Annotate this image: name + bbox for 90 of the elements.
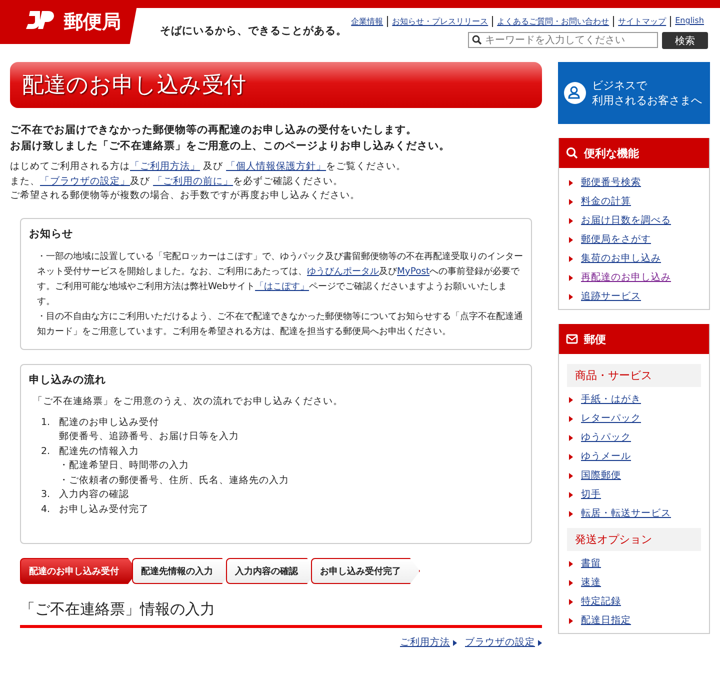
step-number: 1.	[41, 416, 52, 430]
sidebar-link[interactable]: 料金の計算	[567, 195, 701, 208]
step-number: 2.	[41, 444, 52, 458]
sidebar-link[interactable]: レターパック	[567, 412, 701, 425]
help-link[interactable]: ブラウザの設定	[465, 636, 542, 649]
sidebar-link[interactable]: ゆうメール	[567, 450, 701, 463]
triangle-icon	[569, 180, 573, 186]
business-text: 利用されるお客さまへ	[592, 93, 702, 108]
header-link[interactable]: English	[671, 16, 708, 27]
group-heading: 商品・サービス	[567, 364, 701, 387]
step-label: 配達のお申し込み受付	[59, 416, 160, 430]
sidebar-link[interactable]: お届け日数を調べる	[567, 214, 701, 227]
panel-title: 便利な機能	[584, 146, 639, 160]
intro-text: はじめてご利用される方は「ご利用方法」 及び 「個人情報保護方針」をご覧ください。	[10, 160, 408, 174]
step-label: 配達先の情報入力	[59, 444, 140, 458]
business-text: ビジネスで	[592, 78, 648, 93]
sidebar-link[interactable]: 速達	[567, 576, 701, 589]
sidebar-link[interactable]: 手紙・はがき	[567, 393, 701, 406]
tagline: そばにいるから、できることがある。	[160, 24, 348, 39]
sidebar-link[interactable]: 再配達のお申し込み	[567, 271, 701, 284]
triangle-icon	[569, 598, 573, 604]
business-banner[interactable]: ビジネスで 利用されるお客さまへ	[558, 62, 710, 124]
logo-text: 郵便局	[64, 10, 121, 35]
sidebar-link[interactable]: 転居・転送サービス	[567, 507, 701, 520]
step-detail: ・ご依頼者の郵便番号、住所、氏名、連絡先の入力	[59, 474, 289, 488]
person-icon	[564, 82, 586, 104]
text-link[interactable]: 「はこぽす」	[255, 280, 310, 292]
notice-text: ・一部の地域に設置している「宅配ロッカーはこぽす」で、ゆうパック及び書留郵便物等の不在再配達受取りのインターネット受付サービスを開始しました。なお、ご利用にあたっては、ゆうびんポータル及びMyPostへの事前登録が必要です。ご利用可能な地域やご利用方法は弊社Webサイト「はこぽす」ページでご確認くださいますようお願いいたします。	[37, 250, 523, 308]
step-label: お申し込み受付完了	[59, 502, 149, 516]
triangle-icon	[569, 396, 573, 402]
step-detail: 郵便番号、追跡番号、お届け日等を入力	[59, 430, 239, 444]
triangle-icon	[569, 294, 573, 300]
sidebar-link[interactable]: 集荷のお申し込み	[567, 252, 701, 265]
search-button[interactable]: 検索	[662, 32, 708, 49]
header-link[interactable]: よくあるご質問・お問い合わせ	[493, 16, 614, 27]
triangle-icon	[569, 560, 573, 566]
triangle-icon	[569, 618, 573, 624]
page-title: 配達のお申し込み受付	[10, 62, 542, 108]
triangle-icon	[569, 472, 573, 478]
help-link[interactable]: ご利用方法	[400, 636, 457, 649]
sidebar-link[interactable]: 配達日指定	[567, 614, 701, 627]
text-link[interactable]: 「ブラウザの設定」	[40, 176, 130, 186]
text-link[interactable]: ゆうびんポータル	[307, 266, 379, 276]
triangle-icon	[538, 640, 542, 646]
sidebar-link[interactable]: 追跡サービス	[567, 290, 701, 303]
sidebar-link[interactable]: 書留	[567, 557, 701, 570]
triangle-icon	[569, 416, 573, 422]
triangle-icon	[569, 510, 573, 516]
triangle-icon	[569, 218, 573, 224]
triangle-icon	[569, 492, 573, 498]
lead-text: ご不在でお届けできなかった郵便物等の再配達のお申し込みの受付をいたします。 お届け致しました「ご不在連絡票」をご用意の上、このページよりお申し込みください。	[10, 123, 451, 154]
step-detail: ・配達希望日、時間帯の入力	[59, 459, 190, 473]
step-number: 3.	[41, 488, 52, 502]
sidebar-link[interactable]: 郵便番号検索	[567, 176, 701, 189]
header-link[interactable]: 企業情報	[347, 16, 388, 27]
sidebar-link[interactable]: 国際郵便	[567, 469, 701, 482]
sidebar-link[interactable]: 切手	[567, 488, 701, 501]
sidebar-link[interactable]: 郵便局をさがす	[567, 233, 701, 246]
triangle-icon	[569, 256, 573, 262]
triangle-icon	[569, 434, 573, 440]
triangle-icon	[569, 198, 573, 204]
progress-step: お申し込み受付完了	[311, 558, 420, 584]
search-icon	[566, 147, 578, 159]
triangle-icon	[569, 454, 573, 460]
step-number: 4.	[41, 502, 52, 516]
sidebar-link[interactable]: ゆうパック	[567, 431, 701, 444]
flow-intro: 「ご不在連絡票」をご用意のうえ、次の流れでお申し込みください。	[33, 394, 344, 408]
text-link[interactable]: 「ご利用の前に」	[153, 176, 234, 186]
notice-text: ・目の不自由な方にご利用いただけるよう、ご不在で配達できなかった郵便物等についてお知らせする「点字不在配達通知カード」をご用意しています。ご利用を希望される方は、配達を担当する郵便局へお申出ください。	[37, 310, 523, 338]
text-link[interactable]: 「ご利用方法」	[130, 161, 200, 172]
header-link[interactable]: サイトマップ	[614, 16, 672, 27]
envelope-icon	[566, 334, 578, 344]
search-icon	[472, 35, 482, 45]
group-heading: 発送オプション	[567, 528, 701, 551]
triangle-icon	[453, 640, 457, 646]
triangle-icon	[569, 580, 573, 586]
flow-title: 申し込みの流れ	[29, 372, 107, 386]
text-link[interactable]: 「個人情報保護方針」	[226, 161, 326, 172]
search-field[interactable]: キーワードを入力してください	[468, 32, 658, 48]
text-link[interactable]: MyPost	[397, 266, 430, 276]
sidebar-link[interactable]: 特定記録	[567, 595, 701, 608]
section-title: 「ご不在連絡票」情報の入力	[20, 600, 542, 628]
panel-title: 郵便	[584, 332, 606, 346]
header-link[interactable]: お知らせ・プレスリリース	[388, 16, 494, 27]
triangle-icon	[569, 274, 573, 280]
step-label: 入力内容の確認	[59, 488, 129, 502]
intro-text: また、「ブラウザの設定」及び 「ご利用の前に」を必ずご確認ください。	[10, 174, 344, 188]
triangle-icon	[569, 236, 573, 242]
notice-title: お知らせ	[29, 226, 74, 240]
intro-text: ご希望される郵便物等が複数の場合、お手数ですが再度お申し込みください。	[10, 189, 361, 203]
